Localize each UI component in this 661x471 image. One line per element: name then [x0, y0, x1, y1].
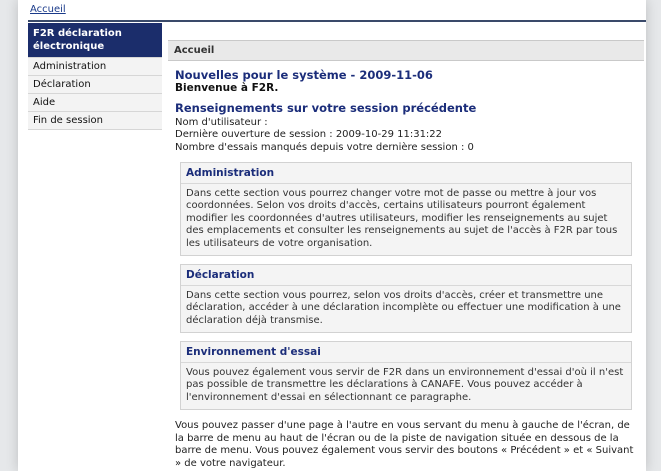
sidebar-item-f2r-declaration[interactable]: F2R déclaration électronique [28, 23, 162, 58]
sidebar-nav: F2R déclaration électronique Administrat… [28, 23, 162, 130]
main-content: Nouvelles pour le système - 2009-11-06 B… [168, 61, 644, 470]
session-info-title: Renseignements sur votre session précéde… [175, 101, 477, 115]
section-title-administration: Administration [181, 163, 631, 184]
sidebar-item-fin-de-session[interactable]: Fin de session [28, 112, 162, 130]
section-box-administration[interactable]: Administration Dans cette section vous p… [180, 162, 632, 256]
news-title: Nouvelles pour le système - 2009-11-06 [175, 68, 433, 82]
session-last-open: Dernière ouverture de session : 2009-10-… [175, 129, 443, 140]
sidebar-item-aide[interactable]: Aide [28, 94, 162, 112]
section-text-administration: Dans cette section vous pourrez changer … [186, 187, 618, 249]
main-panel: Accueil Nouvelles pour le système - 2009… [168, 40, 644, 470]
sidebar-item-administration[interactable]: Administration [28, 58, 162, 76]
navigation-help-text: Vous pouvez passer d'une page à l'autre … [175, 420, 634, 469]
session-failed-attempts: Nombre d'essais manqués depuis votre der… [175, 141, 474, 153]
section-box-declaration[interactable]: Déclaration Dans cette section vous pour… [180, 264, 632, 333]
section-text-declaration: Dans cette section vous pourrez, selon v… [186, 289, 621, 326]
session-username-label: Nom d'utilisateur : [175, 116, 268, 128]
section-box-test-environment[interactable]: Environnement d'essai Vous pouvez égalem… [180, 341, 632, 410]
top-divider [28, 20, 646, 22]
section-title-test-environment: Environnement d'essai [181, 342, 631, 363]
page-title: Accueil [168, 40, 644, 61]
section-text-test-environment: Vous pouvez également vous servir de F2R… [186, 366, 624, 403]
app-frame: Accueil F2R déclaration électronique Adm… [18, 0, 646, 471]
breadcrumb-home-link[interactable]: Accueil [30, 4, 66, 15]
welcome-text: Bienvenue à F2R. [175, 81, 279, 94]
sidebar-item-declaration[interactable]: Déclaration [28, 76, 162, 94]
section-title-declaration: Déclaration [181, 265, 631, 286]
